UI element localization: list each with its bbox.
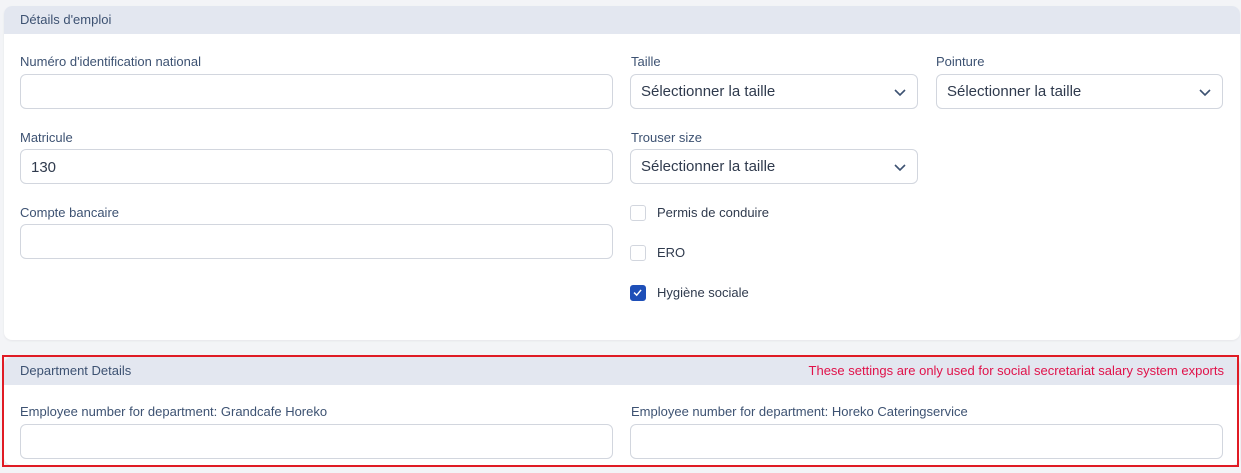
- shoe-size-label: Pointure: [936, 54, 985, 69]
- employment-details-header: Détails d'emploi: [4, 6, 1240, 34]
- national-id-input[interactable]: [20, 74, 613, 109]
- social-hygiene-checkbox[interactable]: [630, 285, 646, 301]
- trouser-size-label: Trouser size: [631, 130, 703, 145]
- dept-grandcafe-label: Employee number for department: Grandcaf…: [20, 404, 328, 419]
- national-id-label: Numéro d'identification national: [20, 54, 201, 69]
- shoe-size-select[interactable]: Sélectionner la taille: [936, 74, 1223, 109]
- employment-details-card: Détails d'emploi Numéro d'identification…: [4, 6, 1240, 340]
- size-label: Taille: [631, 54, 661, 69]
- department-details-title: Department Details: [20, 363, 132, 378]
- department-details-header: Department Details These settings are on…: [4, 357, 1240, 385]
- driving-license-label: Permis de conduire: [657, 205, 769, 220]
- chevron-down-icon: [894, 89, 906, 97]
- size-select-value: Sélectionner la taille: [641, 83, 776, 100]
- bank-account-label: Compte bancaire: [20, 205, 119, 220]
- dept-grandcafe-input[interactable]: [20, 424, 613, 459]
- social-hygiene-label: Hygiène sociale: [657, 285, 749, 300]
- chevron-down-icon: [1199, 89, 1211, 97]
- employee-number-label: Matricule: [20, 130, 73, 145]
- trouser-size-select[interactable]: Sélectionner la taille: [630, 149, 918, 184]
- driving-license-checkbox[interactable]: [630, 205, 646, 221]
- check-icon: [633, 289, 642, 297]
- employee-number-input[interactable]: 130: [20, 149, 613, 184]
- bank-account-input[interactable]: [20, 224, 613, 259]
- ero-checkbox[interactable]: [630, 245, 646, 261]
- export-notice: These settings are only used for social …: [808, 363, 1224, 378]
- dept-catering-input[interactable]: [630, 424, 1223, 459]
- department-details-card: Department Details These settings are on…: [4, 357, 1240, 465]
- shoe-size-select-value: Sélectionner la taille: [947, 83, 1082, 100]
- dept-catering-label: Employee number for department: Horeko C…: [631, 404, 968, 419]
- chevron-down-icon: [894, 164, 906, 172]
- size-select[interactable]: Sélectionner la taille: [630, 74, 918, 109]
- employment-details-title: Détails d'emploi: [20, 12, 112, 27]
- trouser-size-select-value: Sélectionner la taille: [641, 158, 776, 175]
- ero-label: ERO: [657, 245, 686, 260]
